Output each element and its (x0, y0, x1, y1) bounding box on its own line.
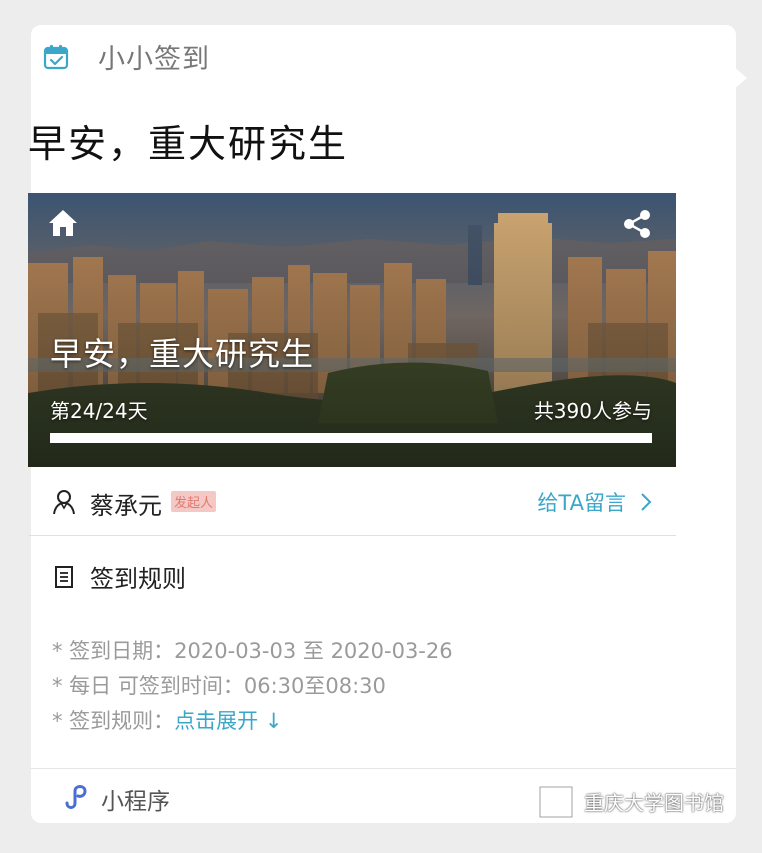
rule-time: * 每日 可签到时间：06:30至08:30 (52, 674, 386, 698)
watermark: 重庆大学图书馆 (538, 783, 724, 819)
calendar-check-icon (43, 44, 69, 69)
author-name: 蔡承元 (90, 492, 162, 520)
initiator-badge: 发起人 (171, 491, 217, 512)
chevron-right-icon (641, 493, 652, 511)
mini-program-icon (65, 785, 87, 809)
mini-program-label: 小程序 (101, 789, 170, 815)
watermark-text: 重庆大学图书馆 (584, 790, 724, 815)
person-icon (53, 490, 75, 515)
rule-details-label: * 签到规则： (52, 709, 175, 733)
progress-fill (50, 433, 652, 443)
rule-date: * 签到日期：2020-03-03 至 2020-03-26 (52, 639, 453, 663)
rules-title: 签到规则 (90, 565, 186, 593)
leave-message-label: 给TA留言 (537, 491, 626, 515)
home-icon[interactable] (46, 207, 80, 239)
app-name: 小小签到 (98, 44, 210, 75)
library-logo-icon (539, 786, 573, 818)
expand-rules-link[interactable]: 点击展开 ↓ (174, 709, 282, 733)
author-row: 蔡承元 发起人 给TA留言 (28, 467, 676, 536)
page-title: 早安，重大研究生 (28, 122, 349, 166)
card-pointer (733, 66, 747, 90)
rules-header: 签到规则 (54, 559, 186, 594)
day-progress-text: 第24/24天 (50, 399, 148, 423)
progress-bar (50, 433, 652, 443)
participant-count: 共390人参与 (533, 399, 652, 423)
banner-card[interactable]: 早安，重大研究生 第24/24天 共390人参与 (28, 193, 676, 467)
banner-title: 早安，重大研究生 (50, 335, 315, 373)
leave-message-button[interactable]: 给TA留言 (537, 487, 652, 517)
document-icon (55, 565, 73, 588)
rule-details: * 签到规则：点击展开 ↓ (52, 705, 282, 735)
share-icon[interactable] (622, 209, 652, 239)
app-header[interactable]: 小小签到 (42, 37, 210, 76)
